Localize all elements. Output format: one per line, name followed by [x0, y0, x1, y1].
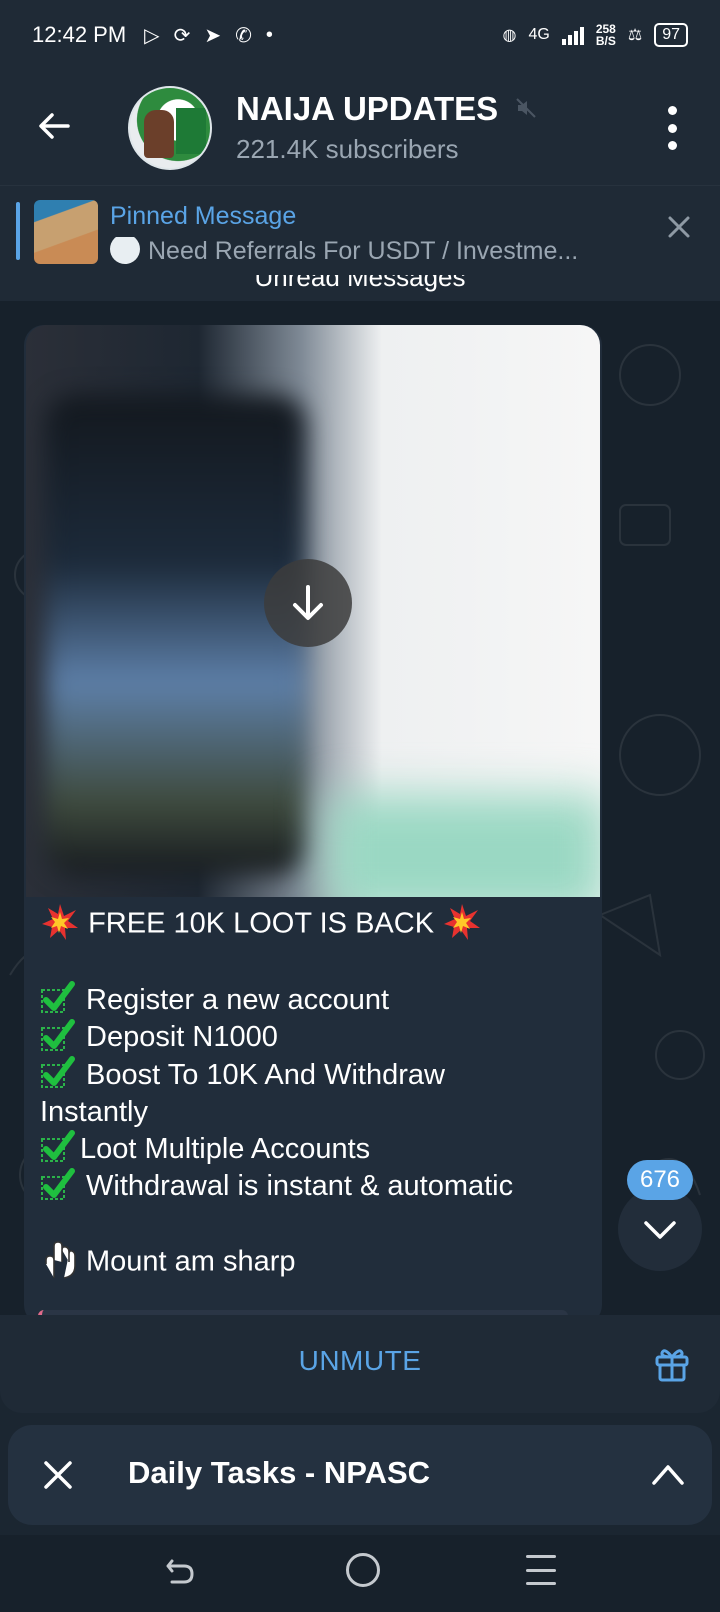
muted-icon — [516, 98, 536, 118]
list-item: Loot Multiple Accounts — [40, 1130, 600, 1168]
cta-line: Mount am sharp — [40, 1240, 600, 1283]
rocket-icon — [110, 237, 140, 265]
list-item-wrap: Instantly — [40, 1096, 148, 1129]
more-options-icon[interactable] — [662, 106, 682, 150]
close-pinned-icon[interactable] — [664, 212, 694, 242]
check-mark-icon — [41, 1167, 75, 1200]
notification-icons: ▷ ⟳ ➤ ✆ • — [144, 23, 273, 48]
media-blur-phone — [46, 395, 306, 875]
status-time: 12:42 PM — [32, 22, 127, 47]
download-arrow-icon — [293, 585, 323, 620]
download-button[interactable] — [264, 559, 352, 647]
message-bubble[interactable]: FREE 10K LOOT IS BACK Register a new acc… — [24, 325, 602, 1315]
pinned-title: Pinned Message — [110, 202, 297, 230]
signal-icon — [561, 25, 584, 45]
check-mark-icon — [41, 1056, 75, 1089]
collision-emoji-icon — [42, 904, 78, 940]
check-mark-icon — [41, 1018, 75, 1051]
check-mark-icon — [41, 981, 75, 1014]
message-text: FREE 10K LOOT IS BACK Register a new acc… — [40, 904, 600, 1283]
system-back-icon[interactable] — [162, 1553, 198, 1589]
pinned-thumbnail — [34, 200, 98, 264]
flask-icon: ⚖ — [627, 27, 643, 44]
message-title-line: FREE 10K LOOT IS BACK — [40, 904, 600, 945]
avatar-card — [176, 108, 206, 154]
chat-area[interactable]: Unread Messages FREE 10K LOOT IS BACK Re… — [0, 275, 720, 1315]
messenger-icon: ◍ — [502, 27, 517, 44]
gift-icon[interactable] — [652, 1343, 692, 1383]
list-item: Register a new account — [40, 981, 600, 1019]
bolt-app-icon: ▷ — [144, 24, 160, 47]
media-blur-accent — [326, 795, 600, 897]
battery-icon: 97 — [654, 23, 688, 47]
list-item: Deposit N1000 — [40, 1018, 600, 1056]
pinned-text: Need Referrals For USDT / Investme... — [110, 237, 630, 267]
sync-icon: ⟳ — [173, 24, 191, 47]
avatar-person — [144, 110, 174, 158]
list-item: Withdrawal is instant & automatic — [40, 1167, 600, 1205]
chat-header: NAIJA UPDATES 221.4K subscribers — [0, 70, 720, 185]
mini-app-title: Daily Tasks - NPASC — [128, 1455, 431, 1490]
system-recents-icon[interactable] — [526, 1555, 556, 1585]
net-speed: 258 B/S — [595, 22, 616, 48]
chevron-down-icon — [644, 1221, 676, 1239]
status-right: ◍ 4G 258 B/S ⚖ 97 — [503, 23, 688, 47]
back-arrow-icon[interactable] — [34, 106, 74, 146]
unread-count-badge: 676 — [627, 1160, 693, 1200]
system-nav-bar — [0, 1535, 720, 1612]
status-bar: 12:42 PM ▷ ⟳ ➤ ✆ • ◍ 4G 258 B/S ⚖ 97 — [0, 0, 720, 70]
network-type: 4G — [528, 26, 550, 43]
pinned-message-bar[interactable]: Pinned Message Need Referrals For USDT /… — [0, 185, 720, 275]
check-mark-icon — [41, 1130, 75, 1163]
channel-avatar[interactable] — [128, 86, 212, 170]
dot-icon: • — [265, 23, 273, 46]
floating-mini-app-bar[interactable]: Daily Tasks - NPASC — [8, 1425, 712, 1525]
collision-emoji-icon — [444, 904, 481, 940]
unmute-button[interactable]: UNMUTE — [260, 1345, 460, 1377]
bottom-action-bar: UNMUTE — [0, 1315, 720, 1413]
chevron-up-icon[interactable] — [650, 1459, 686, 1489]
unread-divider: Unread Messages — [0, 275, 720, 301]
pointing-down-icon — [45, 1240, 76, 1279]
close-icon[interactable] — [40, 1457, 76, 1493]
system-home-icon[interactable] — [346, 1553, 380, 1587]
subscriber-count: 221.4K subscribers — [236, 134, 459, 164]
channel-name[interactable]: NAIJA UPDATES — [236, 90, 498, 128]
telegram-icon: ➤ — [204, 24, 222, 47]
list-item: Boost To 10K And Withdraw — [40, 1056, 600, 1094]
pinned-indicator — [16, 202, 20, 260]
whatsapp-icon: ✆ — [235, 24, 252, 47]
